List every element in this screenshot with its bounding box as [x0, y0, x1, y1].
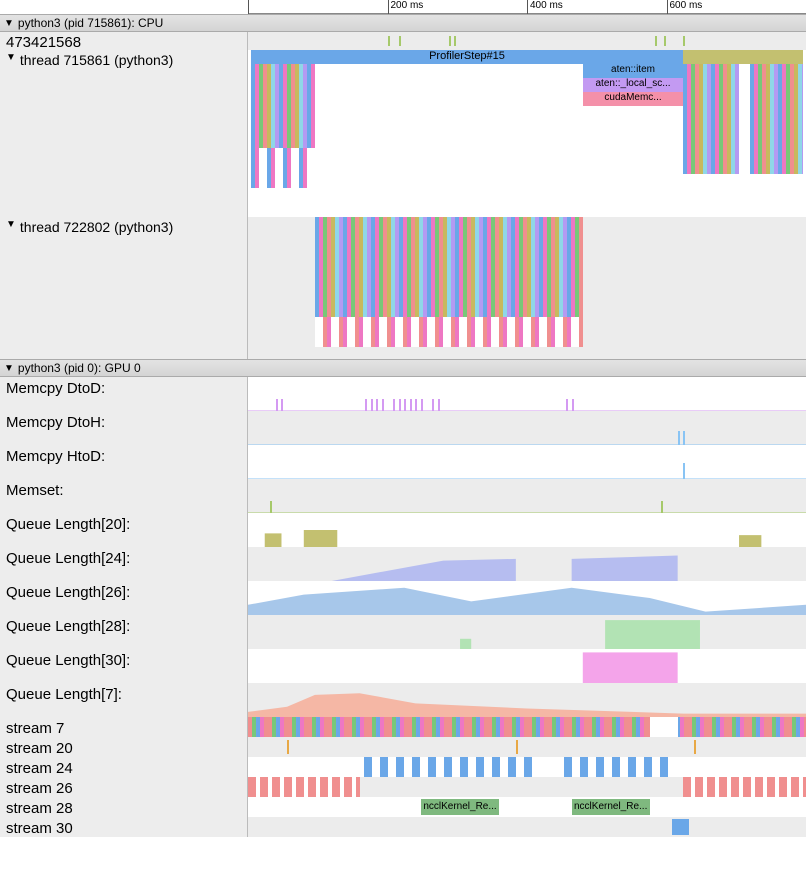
queue-track[interactable] — [248, 615, 806, 649]
gpu-tracks: Memcpy DtoD:Memcpy DtoH:Memcpy HtoD:Mems… — [0, 377, 806, 837]
gpu-row-track[interactable] — [248, 377, 806, 411]
stream-label[interactable]: stream 30 — [0, 817, 247, 837]
section-header-gpu[interactable]: ▼ python3 (pid 0): GPU 0 — [0, 359, 806, 377]
cpu-tracks: 473421568 ▼ thread 715861 (python3) ▼ th… — [0, 32, 806, 359]
stream-track[interactable]: ncclKernel_Re... ncclKernel_Re... — [248, 797, 806, 817]
queue-label[interactable]: Queue Length[7]: — [0, 683, 247, 717]
gpu-row-label[interactable]: Memcpy DtoD: — [0, 377, 247, 411]
queue-track[interactable] — [248, 683, 806, 717]
thread-flame-2[interactable] — [248, 217, 806, 359]
gpu-row-track[interactable] — [248, 411, 806, 445]
flame-bar[interactable] — [683, 50, 803, 64]
queue-label[interactable]: Queue Length[24]: — [0, 547, 247, 581]
gpu-row-track[interactable] — [248, 445, 806, 479]
stream-track[interactable] — [248, 777, 806, 797]
nccl-kernel-bar[interactable]: ncclKernel_Re... — [421, 799, 499, 815]
queue-label[interactable]: Queue Length[26]: — [0, 581, 247, 615]
section-header-cpu[interactable]: ▼ python3 (pid 715861): CPU — [0, 14, 806, 32]
stream-label[interactable]: stream 28 — [0, 797, 247, 817]
stream-track[interactable] — [248, 817, 806, 837]
gpu-row-track[interactable] — [248, 479, 806, 513]
chevron-down-icon: ▼ — [6, 219, 16, 230]
section-title: python3 (pid 715861): CPU — [18, 16, 163, 30]
stream-track[interactable] — [248, 757, 806, 777]
stream-track[interactable] — [248, 717, 806, 737]
queue-track[interactable] — [248, 649, 806, 683]
gpu-row-label[interactable]: Memset: — [0, 479, 247, 513]
tick-label: 400 ms — [530, 0, 563, 11]
thread-label[interactable]: thread 715861 (python3) — [20, 52, 173, 68]
stream-label[interactable]: stream 24 — [0, 757, 247, 777]
counter-track[interactable] — [248, 32, 806, 50]
chevron-down-icon: ▼ — [4, 18, 14, 29]
counter-label: 473421568 — [0, 32, 247, 50]
chevron-down-icon: ▼ — [6, 52, 16, 63]
queue-label[interactable]: Queue Length[30]: — [0, 649, 247, 683]
tick-label: 600 ms — [670, 0, 703, 11]
tick-label: 200 ms — [391, 0, 424, 11]
thread-flame-1[interactable]: ProfilerStep#15 aten::item aten::_local_… — [248, 50, 806, 217]
nccl-kernel-bar[interactable]: ncclKernel_Re... — [572, 799, 650, 815]
queue-label[interactable]: Queue Length[20]: — [0, 513, 247, 547]
thread-label[interactable]: thread 722802 (python3) — [20, 219, 173, 235]
queue-track[interactable] — [248, 581, 806, 615]
queue-track[interactable] — [248, 513, 806, 547]
queue-track[interactable] — [248, 547, 806, 581]
gpu-row-label[interactable]: Memcpy HtoD: — [0, 445, 247, 479]
queue-label[interactable]: Queue Length[28]: — [0, 615, 247, 649]
aten-item-bar[interactable]: aten::item — [583, 64, 683, 78]
cuda-memc-bar[interactable]: cudaMemc... — [583, 92, 683, 106]
stream-label[interactable]: stream 7 — [0, 717, 247, 737]
stream-label[interactable]: stream 20 — [0, 737, 247, 757]
aten-local-bar[interactable]: aten::_local_sc... — [583, 78, 683, 92]
time-ruler[interactable]: 200 ms 400 ms 600 ms — [248, 0, 806, 14]
gpu-row-label[interactable]: Memcpy DtoH: — [0, 411, 247, 445]
section-title: python3 (pid 0): GPU 0 — [18, 361, 141, 375]
chevron-down-icon: ▼ — [4, 363, 14, 374]
stream-label[interactable]: stream 26 — [0, 777, 247, 797]
stream-track[interactable] — [248, 737, 806, 757]
profiler-step-bar[interactable]: ProfilerStep#15 — [251, 50, 683, 64]
